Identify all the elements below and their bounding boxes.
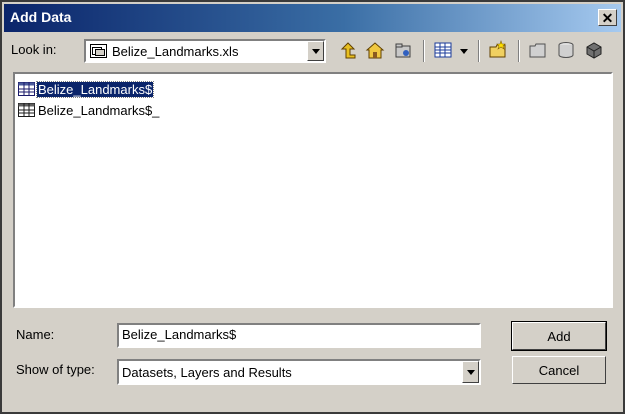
- list-item-label: Belize_Landmarks$: [35, 80, 155, 98]
- home-button[interactable]: [364, 40, 386, 62]
- name-field[interactable]: Belize_Landmarks$: [117, 323, 481, 348]
- toolbar-separator: [423, 40, 425, 62]
- show-of-type-dropdown[interactable]: Datasets, Layers and Results: [117, 359, 481, 385]
- toolbox-button[interactable]: [583, 40, 605, 62]
- contents-list[interactable]: Belize_Landmarks$ Belize_Landmarks$_: [13, 72, 613, 308]
- lookin-dropdown[interactable]: Belize_Landmarks.xls: [84, 39, 326, 63]
- chevron-down-icon: [466, 369, 475, 375]
- show-of-type-label: Show of type:: [16, 362, 95, 377]
- connect-folder-button[interactable]: [392, 40, 414, 62]
- lookin-label: Look in:: [11, 42, 57, 57]
- view-options-dropdown[interactable]: [457, 40, 471, 62]
- toolbox-icon: [584, 40, 604, 63]
- cancel-button-label: Cancel: [538, 362, 580, 378]
- lookin-dropdown-button[interactable]: [307, 41, 324, 61]
- up-one-level-button[interactable]: [337, 40, 359, 62]
- close-icon: ✕: [601, 9, 614, 26]
- list-item[interactable]: Belize_Landmarks$: [18, 80, 155, 98]
- table-icon: [18, 103, 35, 117]
- chevron-down-icon: [460, 48, 468, 54]
- spreadsheet-icon: [90, 44, 107, 61]
- chevron-down-icon: [311, 48, 320, 54]
- new-file-geodatabase-icon: [528, 40, 548, 63]
- home-icon: [365, 40, 385, 63]
- connect-folder-icon: [393, 40, 413, 63]
- title-bar[interactable]: Add Data ✕: [4, 4, 621, 32]
- new-folder-button[interactable]: [487, 39, 509, 63]
- add-button-label: Add: [547, 328, 571, 344]
- toolbar-separator: [478, 40, 480, 62]
- list-item-label: Belize_Landmarks$_: [38, 102, 160, 118]
- toolbar-separator: [518, 40, 520, 62]
- window-title: Add Data: [10, 9, 72, 25]
- view-options-icon: [433, 40, 453, 63]
- name-value: Belize_Landmarks$: [122, 327, 237, 342]
- table-icon: [18, 82, 35, 96]
- lookin-value: Belize_Landmarks.xls: [112, 44, 239, 59]
- close-button[interactable]: ✕: [598, 9, 617, 26]
- add-button[interactable]: Add: [511, 321, 607, 351]
- name-label: Name:: [16, 327, 55, 342]
- new-file-geodatabase-button[interactable]: [527, 40, 549, 62]
- show-of-type-value: Datasets, Layers and Results: [122, 365, 292, 380]
- new-personal-geodatabase-icon: [556, 40, 576, 63]
- list-item[interactable]: Belize_Landmarks$_: [18, 101, 160, 119]
- new-personal-geodatabase-button[interactable]: [555, 40, 577, 62]
- add-data-dialog: Add Data ✕ Look in: Belize_Landmarks.xls: [0, 0, 625, 414]
- show-of-type-dropdown-button[interactable]: [462, 361, 479, 383]
- view-options-button[interactable]: [432, 40, 454, 62]
- up-one-level-icon: [338, 40, 358, 63]
- new-folder-icon: [488, 39, 508, 63]
- cancel-button[interactable]: Cancel: [512, 356, 606, 384]
